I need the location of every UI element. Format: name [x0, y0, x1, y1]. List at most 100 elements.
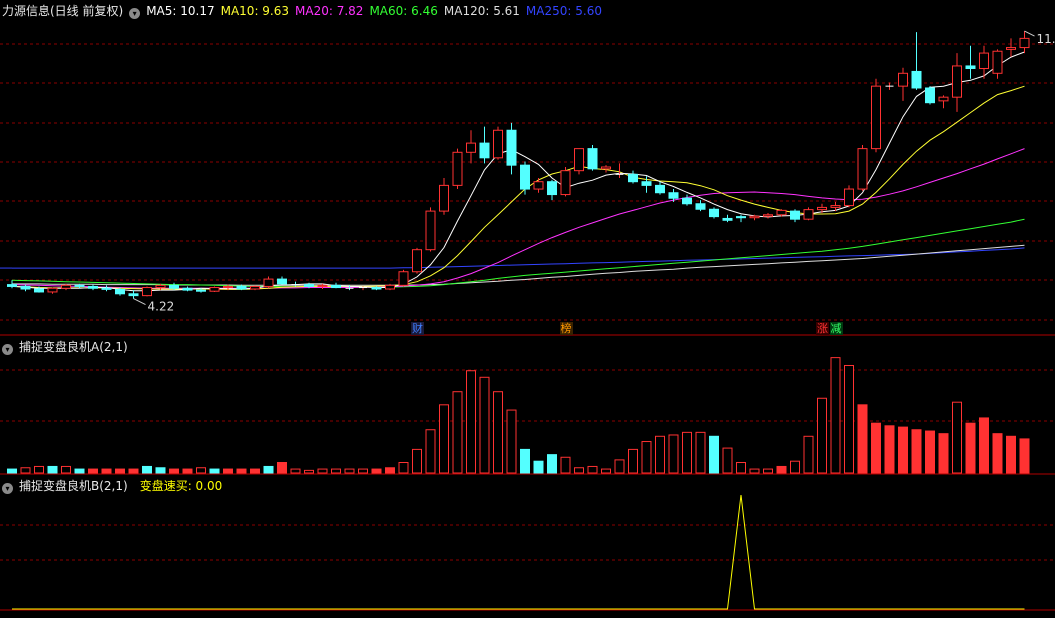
indicator-a-bar: [641, 441, 652, 474]
indicator-a-bar: [803, 435, 814, 474]
indicator-a-bar: [938, 433, 949, 474]
event-tag[interactable]: 减: [829, 322, 843, 335]
indicator-a-bar: [250, 468, 260, 474]
candle-body: [709, 208, 719, 218]
ma-legend: MA5: 10.17 MA10: 9.63 MA20: 7.82 MA60: 6.46…: [146, 4, 608, 18]
indicator-a-bar: [601, 468, 611, 474]
candle-body: [601, 166, 611, 170]
candle-body: [938, 96, 949, 102]
event-tag[interactable]: 财: [411, 322, 424, 335]
candle-body: [682, 197, 692, 205]
stock-title[interactable]: 力源信息(日线 前复权): [2, 4, 123, 18]
ma-label: MA10: 9.63: [220, 4, 290, 18]
candle-body: [911, 70, 922, 89]
kline-chart-canvas[interactable]: 11.47 4.22: [0, 0, 1055, 618]
indicator-a-bar: [142, 465, 152, 474]
indicator-a-bar: [331, 468, 341, 474]
main-chart-header: 力源信息(日线 前复权) ▾ MA5: 10.17 MA10: 9.63 MA20: 7…: [2, 3, 614, 19]
candle-body: [830, 205, 841, 208]
indicator-a-bar: [344, 468, 355, 474]
candle-body: [34, 288, 44, 293]
candle-body: [857, 148, 868, 190]
indicator-a-bar: [385, 467, 395, 474]
indicator-a-bar: [574, 467, 584, 474]
candle-body: [560, 170, 571, 196]
panel-b-title[interactable]: 捕捉变盘良机B(2,1): [19, 479, 128, 493]
indicator-a-bar: [439, 404, 449, 474]
panel-a-title[interactable]: 捕捉变盘良机A(2,1): [19, 340, 128, 354]
indicator-a-bar: [493, 391, 503, 474]
candle-body: [425, 210, 436, 251]
candle-body: [466, 142, 476, 153]
indicator-a-bar: [277, 462, 287, 474]
candle-body: [155, 284, 166, 289]
indicator-a-bar: [128, 468, 139, 474]
candle-body: [223, 285, 233, 289]
indicator-a-bar: [358, 468, 368, 474]
panel-b-dropdown-icon[interactable]: ▾: [2, 483, 13, 494]
indicator-a-bar: [412, 448, 422, 474]
candle-body: [317, 284, 328, 287]
candle-body: [101, 287, 112, 290]
candle-body: [7, 284, 17, 287]
indicator-a-bar: [871, 422, 881, 474]
indicator-a-bar: [452, 391, 463, 474]
high-price-label: 11.47: [1037, 32, 1055, 46]
candle-body: [371, 287, 382, 290]
candle-body: [439, 184, 449, 212]
candle-body: [331, 284, 341, 289]
ma-label: MA20: 7.82: [295, 4, 364, 18]
candle-body: [263, 278, 274, 287]
candle-body: [979, 52, 989, 70]
indicator-a-bar: [763, 468, 773, 474]
candle-body: [1019, 37, 1030, 49]
indicator-a-bar: [425, 429, 436, 474]
indicator-a-bar: [547, 454, 557, 474]
event-tag[interactable]: 涨: [816, 322, 829, 335]
indicator-a-bar: [466, 370, 476, 474]
indicator-a-bar: [34, 465, 44, 474]
indicator-a-bar: [817, 397, 827, 474]
candle-body: [47, 287, 58, 293]
candle-body: [88, 285, 98, 289]
indicator-a-bar: [709, 435, 719, 474]
indicator-a-bar: [911, 429, 922, 474]
candle-body: [128, 293, 139, 297]
indicator-a-bar: [992, 433, 1003, 474]
candle-body: [776, 209, 787, 216]
indicator-a-bar: [7, 468, 17, 474]
candle-body: [695, 203, 706, 210]
indicator-a-bar: [614, 459, 625, 474]
indicator-a-bar: [722, 447, 733, 474]
indicator-a-bar: [979, 417, 989, 474]
indicator-a-bar: [682, 431, 692, 474]
candle-body: [628, 173, 638, 183]
candle-body: [803, 209, 814, 220]
indicator-a-bar: [182, 468, 193, 474]
candle-body: [115, 288, 125, 295]
high-pointer: [1024, 30, 1035, 37]
candle-body: [398, 271, 409, 286]
indicator-a-bar: [520, 448, 530, 474]
indicator-a-bar: [898, 426, 908, 474]
candle-body: [520, 164, 530, 190]
indicator-a-bar: [304, 469, 314, 474]
indicator-a-bar: [925, 430, 935, 474]
candle-body: [209, 287, 220, 292]
indicator-a-bar: [844, 364, 854, 474]
indicator-a-bar: [88, 468, 98, 474]
dropdown-toggle-icon[interactable]: ▾: [129, 8, 141, 19]
candle-body: [763, 214, 773, 217]
candle-body: [871, 85, 881, 150]
indicator-a-bar: [317, 468, 328, 474]
candle-body: [641, 181, 652, 186]
indicator-a-bar: [857, 404, 868, 474]
panel-a-dropdown-icon[interactable]: ▾: [2, 344, 13, 355]
candle-body: [304, 284, 314, 287]
event-tag[interactable]: 榜: [559, 322, 573, 335]
indicator-a-bar: [61, 465, 71, 474]
indicator-a-bar: [371, 468, 382, 474]
indicator-a-bar: [236, 468, 247, 474]
indicator-a-bar: [20, 467, 31, 474]
panel-b-header: ▾ 捕捉变盘良机B(2,1) 变盘速买: 0.00: [2, 478, 228, 494]
